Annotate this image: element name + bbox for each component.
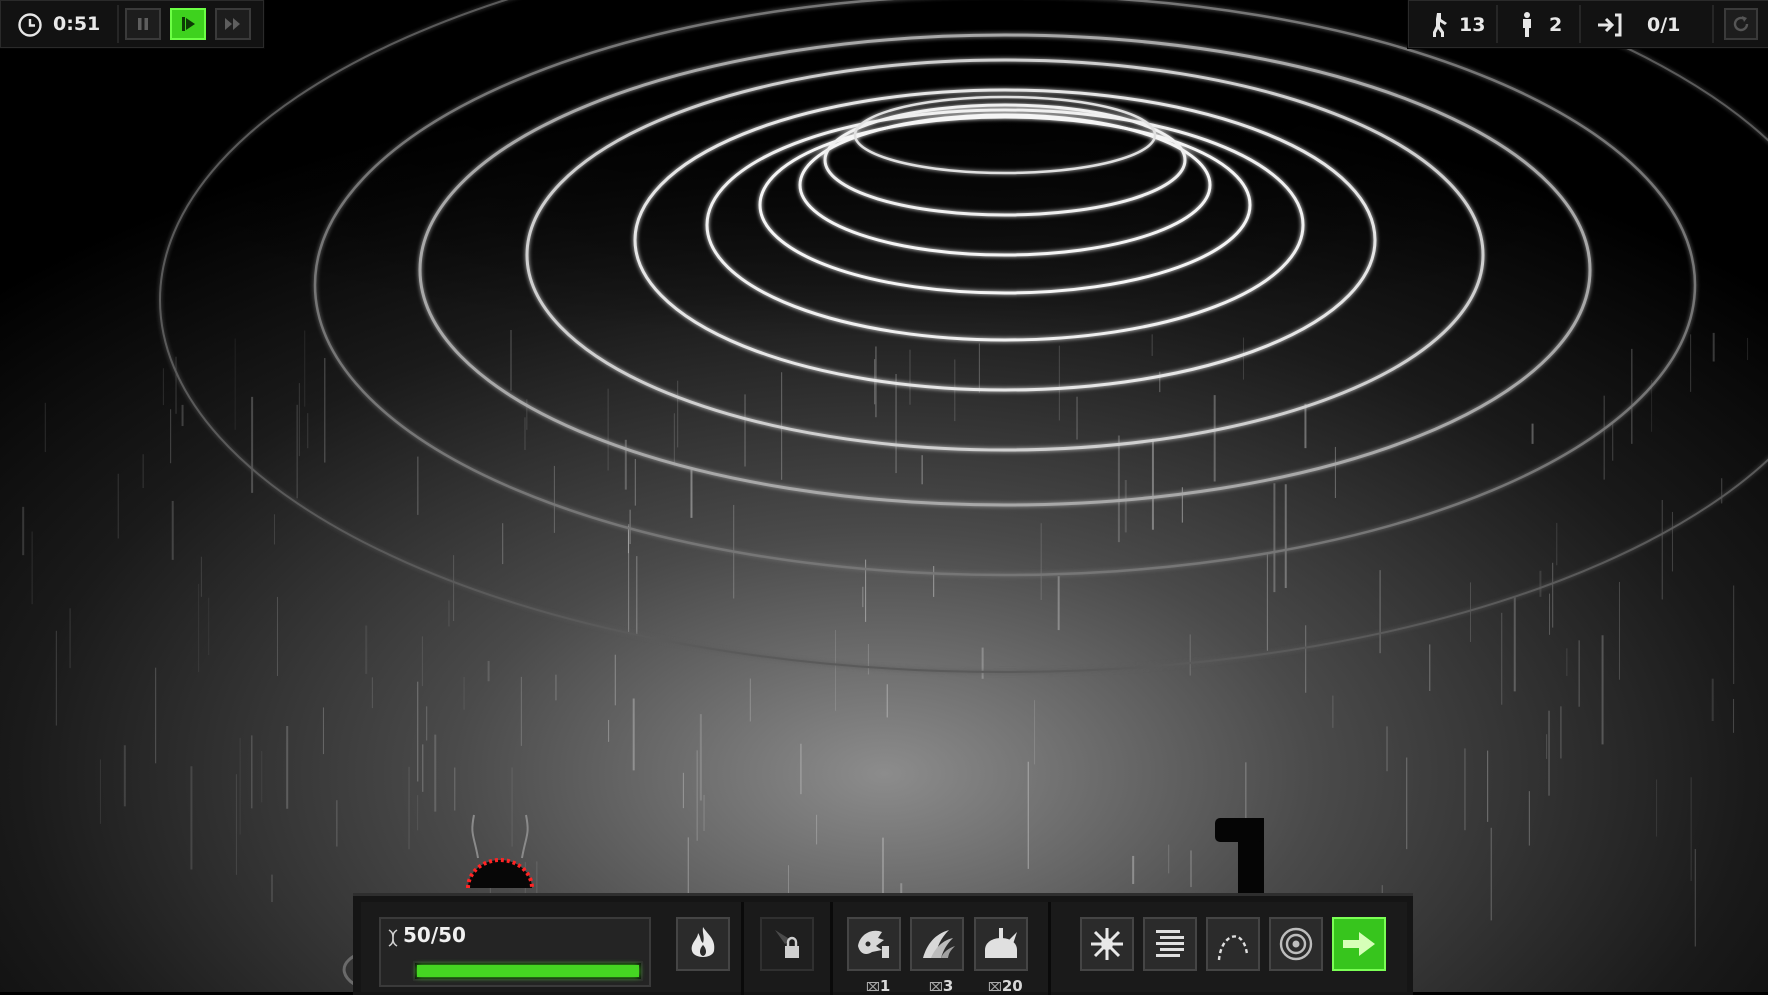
burst-action-button[interactable]	[1080, 917, 1134, 971]
dna-bar	[413, 961, 643, 981]
pause-icon	[138, 18, 148, 30]
dash-action-button[interactable]	[1143, 917, 1197, 971]
claw-ability-button[interactable]	[910, 917, 964, 971]
timer-text: 0:51	[53, 13, 101, 35]
dna-bar-fill	[417, 965, 639, 977]
play-icon	[182, 17, 195, 31]
leap-arc-icon	[1217, 935, 1249, 961]
walking-figure-icon	[1433, 13, 1447, 37]
leap-action-button[interactable]	[1206, 917, 1260, 971]
proceed-button[interactable]	[1332, 917, 1386, 971]
dna-icon	[388, 929, 398, 947]
horn-flail-icon	[858, 930, 889, 958]
lock-icon	[775, 930, 799, 958]
dna-meter: 50/50	[379, 917, 651, 987]
play-button[interactable]	[170, 8, 206, 40]
dna-amount: 50/50	[403, 923, 466, 947]
fast-forward-button[interactable]	[215, 8, 251, 40]
exit-count: 0/1	[1647, 14, 1681, 36]
horn-ability-button[interactable]	[847, 917, 901, 971]
pause-button[interactable]	[125, 8, 161, 40]
exit-icon	[1598, 13, 1622, 37]
flame-ability-button[interactable]	[676, 917, 730, 971]
game-scene	[0, 0, 1768, 992]
walkers-count: 13	[1459, 14, 1486, 36]
restart-button[interactable]	[1724, 8, 1758, 40]
burst-icon	[1091, 928, 1123, 960]
dna-panel: 50/50	[361, 902, 741, 992]
mutation-panel: ⌧1 ⌧3 ⌧20	[833, 902, 1048, 995]
spiked-dome-icon	[985, 928, 1017, 958]
flame-icon	[691, 927, 715, 957]
locked-panel	[744, 902, 830, 992]
locked-ability-button[interactable]	[760, 917, 814, 971]
standing-count: 2	[1549, 14, 1563, 36]
ability-toolbar: 50/50 ⌧1 ⌧3 ⌧20	[353, 893, 1413, 995]
claw-cost: ⌧3	[929, 977, 954, 995]
claw-icon	[923, 930, 955, 958]
dash-icon	[1156, 930, 1184, 957]
dome-cost: ⌧20	[988, 977, 1023, 995]
dome-ability-button[interactable]	[974, 917, 1028, 971]
level-stats-panel: 13 2 0/1	[1408, 0, 1768, 48]
arrow-right-icon	[1343, 932, 1375, 956]
target-icon	[1279, 927, 1313, 961]
sky-darkness	[0, 0, 1768, 520]
clock-icon	[18, 13, 42, 37]
target-action-button[interactable]	[1269, 917, 1323, 971]
action-panel	[1051, 902, 1407, 992]
time-controls-panel: 0:51	[0, 0, 264, 48]
restart-icon	[1733, 16, 1749, 32]
fast-forward-icon	[225, 18, 240, 30]
horn-cost: ⌧1	[866, 977, 891, 995]
standing-figure-icon	[1523, 12, 1531, 37]
